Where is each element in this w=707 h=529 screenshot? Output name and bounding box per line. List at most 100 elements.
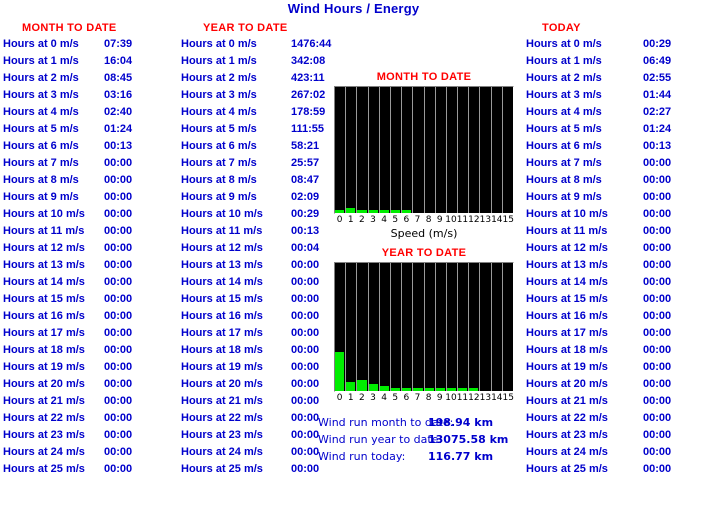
chart-x-tick-label: 8	[425, 215, 432, 225]
chart-x-tick-label: 9	[436, 215, 443, 225]
wind-run-row: Wind run year to date: 13075.58 km	[318, 431, 538, 448]
hours-row: Hours at 12 m/s 00:00	[0, 240, 170, 257]
hours-row-value: 00:00	[643, 310, 672, 322]
column-heading-year-to-date: YEAR TO DATE	[203, 22, 288, 34]
hours-row-value: 00:00	[104, 276, 133, 288]
chart-bar-cell	[390, 263, 403, 391]
wind-run-row: Wind run month to date: 198.94 km	[318, 414, 538, 431]
hours-row-label: Hours at 17 m/s	[526, 327, 608, 339]
hours-row: Hours at 19 m/s 00:00	[518, 359, 707, 376]
hours-row: Hours at 24 m/s 00:00	[0, 444, 170, 461]
hours-row-label: Hours at 7 m/s	[181, 157, 257, 169]
chart-x-tick-label: 7	[414, 215, 421, 225]
hours-row-value: 08:47	[291, 174, 320, 186]
chart-bars-year-to-date	[335, 263, 513, 391]
chart-x-tick-label: 12	[468, 393, 480, 403]
hours-row-value: 00:00	[104, 225, 133, 237]
hours-row: Hours at 6 m/s 00:13	[0, 138, 170, 155]
hours-row-value: 00:00	[104, 429, 133, 441]
hours-row-label: Hours at 23 m/s	[181, 429, 263, 441]
chart-bar-cell	[458, 263, 470, 391]
chart-month-to-date: MONTH TO DATE 0 1 2 3 4 5 6 7 8 9 10 11 12 13 14 15 Spe…	[334, 70, 514, 240]
hours-row: Hours at 21 m/s 00:00	[173, 393, 343, 410]
chart-bar-cell	[469, 87, 481, 213]
hours-row: Hours at 9 m/s 00:00	[0, 189, 170, 206]
hours-row-value: 00:00	[104, 446, 133, 458]
hours-row-value: 00:00	[643, 463, 672, 475]
hours-row: Hours at 2 m/s 08:45	[0, 70, 170, 87]
hours-row: Hours at 3 m/s 267:02	[173, 87, 343, 104]
chart-bar-cell	[446, 263, 459, 391]
chart-bar-cell	[335, 87, 347, 213]
chart-bar-cell	[402, 87, 414, 213]
hours-row: Hours at 15 m/s 00:00	[173, 291, 343, 308]
hours-row-value: 00:00	[643, 395, 672, 407]
hours-row-label: Hours at 17 m/s	[181, 327, 263, 339]
hours-row-label: Hours at 24 m/s	[3, 446, 85, 458]
hours-row-value: 00:00	[291, 395, 320, 407]
hours-row-label: Hours at 14 m/s	[3, 276, 85, 288]
hours-row-label: Hours at 19 m/s	[181, 361, 263, 373]
page-title: Wind Hours / Energy	[287, 1, 420, 16]
hours-row: Hours at 8 m/s 00:00	[518, 172, 707, 189]
hours-row-label: Hours at 0 m/s	[3, 38, 79, 50]
hours-row-value: 00:29	[291, 208, 320, 220]
hours-row-label: Hours at 25 m/s	[3, 463, 85, 475]
column-heading-month-to-date: MONTH TO DATE	[22, 22, 117, 34]
hours-row-value: 111:55	[291, 123, 325, 135]
hours-row-value: 423:11	[291, 72, 325, 84]
hours-row-value: 02:40	[104, 106, 133, 118]
hours-row-label: Hours at 16 m/s	[181, 310, 263, 322]
hours-row-label: Hours at 6 m/s	[181, 140, 257, 152]
hours-row: Hours at 5 m/s 111:55	[173, 121, 343, 138]
hours-row-label: Hours at 10 m/s	[3, 208, 85, 220]
hours-row-label: Hours at 15 m/s	[526, 293, 608, 305]
chart-bar	[368, 210, 378, 213]
hours-row-value: 00:00	[104, 463, 133, 475]
chart-x-tick-label: 15	[502, 215, 514, 225]
hours-row-label: Hours at 2 m/s	[3, 72, 79, 84]
chart-bar	[379, 210, 389, 213]
hours-row-label: Hours at 19 m/s	[526, 361, 608, 373]
chart-x-tick-label: 6	[403, 393, 410, 403]
chart-bar-cell	[503, 263, 513, 391]
hours-list-year-to-date: Hours at 0 m/s 1476:44 Hours at 1 m/s 342:0…	[173, 36, 343, 478]
hours-row-value: 00:00	[104, 395, 133, 407]
hours-row: Hours at 24 m/s 00:00	[518, 444, 707, 461]
hours-row-label: Hours at 7 m/s	[526, 157, 602, 169]
chart-bar-cell	[458, 87, 470, 213]
hours-row: Hours at 8 m/s 08:47	[173, 172, 343, 189]
hours-row: Hours at 23 m/s 00:00	[0, 427, 170, 444]
hours-row-label: Hours at 1 m/s	[3, 55, 79, 67]
hours-row-label: Hours at 24 m/s	[181, 446, 263, 458]
hours-row-value: 00:00	[104, 378, 133, 390]
hours-row-label: Hours at 12 m/s	[3, 242, 85, 254]
wind-run-label: Wind run year to date:	[318, 433, 443, 446]
hours-row: Hours at 4 m/s 02:40	[0, 104, 170, 121]
hours-row-value: 00:00	[104, 157, 133, 169]
chart-x-axis-month-to-date: 0 1 2 3 4 5 6 7 8 9 10 11 12 13 14 15	[334, 214, 514, 227]
chart-x-tick-label: 5	[392, 393, 399, 403]
hours-row-value: 00:00	[291, 446, 320, 458]
chart-bar	[390, 210, 401, 213]
hours-row-value: 00:00	[104, 174, 133, 186]
hours-row-label: Hours at 13 m/s	[3, 259, 85, 271]
hours-row: Hours at 7 m/s 00:00	[518, 155, 707, 172]
wind-run-label: Wind run today:	[318, 450, 406, 463]
chart-bar-cell	[447, 87, 459, 213]
chart-bar-cell	[492, 263, 503, 391]
hours-row-value: 00:00	[643, 242, 672, 254]
hours-row: Hours at 0 m/s 07:39	[0, 36, 170, 53]
chart-bar	[346, 382, 356, 391]
chart-bar	[402, 210, 412, 213]
chart-bar-cell	[346, 87, 358, 213]
hours-row-value: 00:00	[291, 378, 320, 390]
hours-row-label: Hours at 1 m/s	[526, 55, 602, 67]
hours-row-value: 03:16	[104, 89, 133, 101]
hours-row: Hours at 0 m/s 1476:44	[173, 36, 343, 53]
hours-row-label: Hours at 6 m/s	[526, 140, 602, 152]
hours-row: Hours at 5 m/s 01:24	[0, 121, 170, 138]
hours-row-value: 00:00	[643, 259, 672, 271]
hours-list-today: Hours at 0 m/s 00:29 Hours at 1 m/s 06:49 Ho…	[518, 36, 707, 478]
hours-row-value: 00:00	[643, 174, 672, 186]
